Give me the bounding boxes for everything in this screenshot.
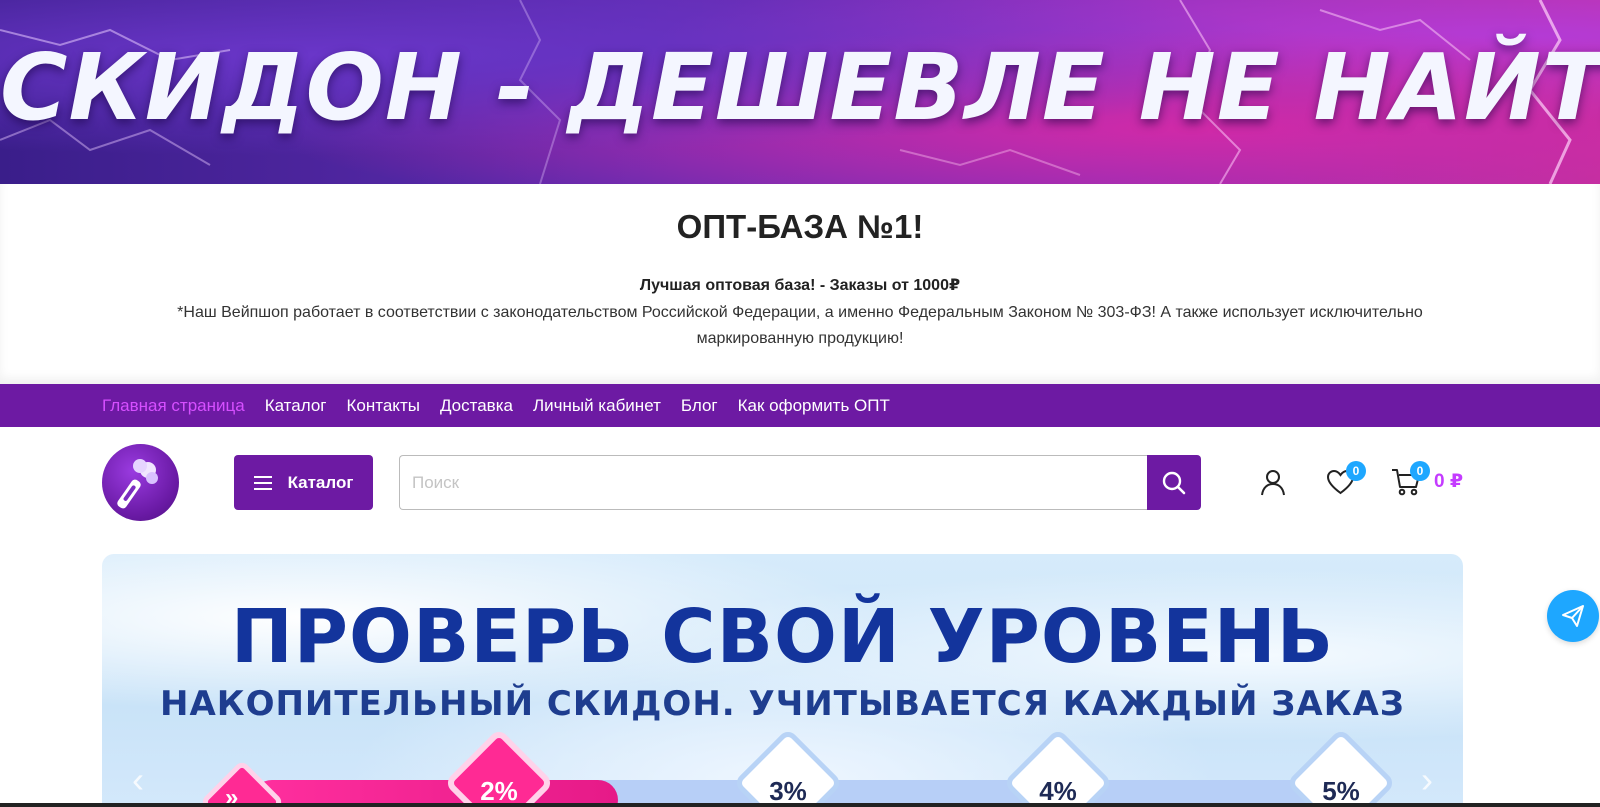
search-bar	[399, 455, 1201, 510]
nav-item-blog[interactable]: Блог	[681, 396, 718, 416]
catalog-button[interactable]: Каталог	[234, 455, 373, 510]
search-button[interactable]	[1147, 455, 1201, 510]
cart-total[interactable]: 0 ₽	[1434, 470, 1463, 493]
cart-count-badge: 0	[1410, 461, 1430, 481]
slider-next-arrow[interactable]: ›	[1421, 759, 1433, 801]
main-nav: Главная страница Каталог Контакты Достав…	[0, 384, 1600, 427]
banner-headline: СКИДОН - ДЕШЕВЛЕ НЕ НАЙТИ	[0, 34, 1600, 141]
menu-icon	[253, 472, 272, 494]
promo-banner[interactable]: ПРОВЕРЬ СВОЙ УРОВЕНЬ НАКОПИТЕЛЬНЫЙ СКИДО…	[102, 554, 1463, 807]
nav-item-home[interactable]: Главная страница	[102, 396, 245, 416]
nav-item-delivery[interactable]: Доставка	[440, 396, 513, 416]
logo[interactable]	[102, 444, 179, 521]
nav-item-catalog[interactable]: Каталог	[265, 396, 327, 416]
promo-subtitle: НАКОПИТЕЛЬНЫЙ СКИДОН. УЧИТЫВАЕТСЯ КАЖДЫЙ…	[160, 684, 1405, 724]
promo-title: ПРОВЕРЬ СВОЙ УРОВЕНЬ	[230, 594, 1335, 680]
telegram-button[interactable]	[1547, 590, 1599, 642]
telegram-icon	[1562, 605, 1584, 627]
slider-prev-arrow[interactable]: ‹	[132, 759, 144, 801]
search-input[interactable]	[399, 455, 1148, 510]
legal-note: *Наш Вейпшоп работает в соответствии с з…	[177, 304, 1423, 347]
nav-item-contacts[interactable]: Контакты	[347, 396, 420, 416]
search-icon	[1162, 471, 1186, 494]
intro-tagline: Лучшая оптовая база! - Заказы от 1000₽	[639, 277, 961, 294]
wishlist-count-badge: 0	[1346, 461, 1366, 481]
viewport-bottom-edge	[0, 803, 1600, 807]
intro-section: ОПТ-БАЗА №1! Лучшая оптовая база! - Зака…	[0, 184, 1600, 384]
account-button[interactable]	[1259, 468, 1287, 501]
logo-icon	[117, 459, 158, 509]
catalog-button-label: Каталог	[287, 472, 354, 492]
page-title: ОПТ-БАЗА №1!	[676, 208, 924, 245]
nav-item-account[interactable]: Личный кабинет	[533, 396, 661, 416]
top-banner[interactable]: СКИДОН - ДЕШЕВЛЕ НЕ НАЙТИ	[0, 0, 1600, 184]
nav-item-wholesale-howto[interactable]: Как оформить ОПТ	[738, 396, 890, 416]
user-icon	[1261, 470, 1285, 496]
